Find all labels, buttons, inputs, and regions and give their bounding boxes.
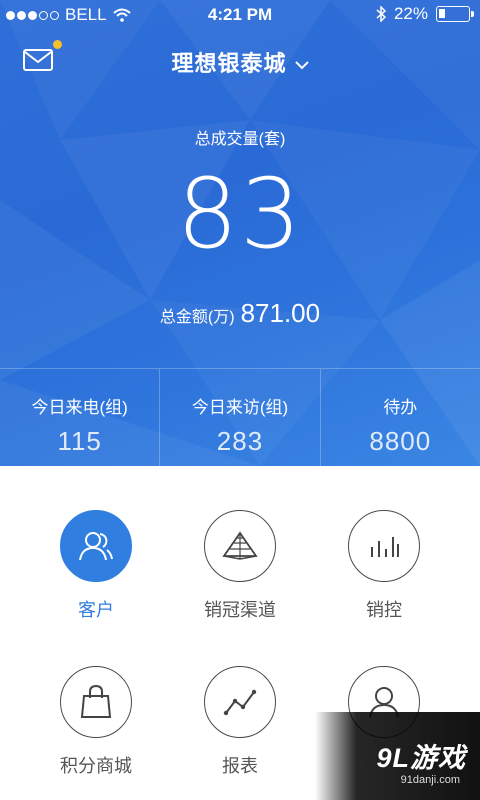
watermark: 9L游戏 91danji.com <box>315 712 480 800</box>
stat-label: 今日来电(组) <box>31 398 128 417</box>
battery-icon <box>436 6 474 22</box>
menu-label: 销冠渠道 <box>204 600 276 620</box>
customers-icon <box>79 532 113 561</box>
stat-value: 115 <box>57 426 102 456</box>
menu-item-reports[interactable]: 报表 <box>160 666 320 778</box>
bluetooth-icon <box>376 6 386 22</box>
menu-item-sales-control[interactable]: 销控 <box>304 510 464 622</box>
shopping-bag-icon <box>80 684 112 718</box>
project-name: 理想银泰城 <box>171 51 287 76</box>
stat-todo[interactable]: 待办 8800 <box>319 369 480 466</box>
menu-label: 客户 <box>78 600 114 620</box>
total-volume-label: 总成交量(套) <box>194 131 286 148</box>
bar-chart-icon <box>371 537 399 557</box>
pyramid-icon <box>222 531 258 560</box>
chevron-down-icon <box>294 60 309 70</box>
project-selector[interactable]: 理想银泰城 <box>0 46 480 78</box>
menu-label: 销控 <box>366 600 402 620</box>
menu-label: 报表 <box>222 756 258 776</box>
line-chart-icon <box>223 689 257 716</box>
total-volume-value: 83 <box>176 158 304 270</box>
menu-label: 积分商城 <box>60 756 132 776</box>
menu-item-customers[interactable]: 客户 <box>16 510 176 622</box>
battery-percent: 22% <box>393 4 428 23</box>
watermark-url: 91danji.com <box>400 774 460 786</box>
total-amount: 总金额(万) 871.00 <box>0 298 480 329</box>
stat-label: 今日来访(组) <box>191 398 289 417</box>
stat-label: 待办 <box>383 398 418 417</box>
menu-item-points-mall[interactable]: 积分商城 <box>16 666 176 778</box>
stat-calls[interactable]: 今日来电(组) 115 <box>0 369 159 466</box>
total-amount-label: 总金额(万) <box>159 309 235 326</box>
stat-value: 8800 <box>369 426 432 456</box>
watermark-logo: 9L游戏 <box>376 743 466 773</box>
total-amount-value: 871.00 <box>240 298 321 328</box>
summary-panel: BELL 4:21 PM 22% 理想银泰城 总成交量(套) 83 总金额(万)… <box>0 0 480 466</box>
stat-value: 283 <box>216 426 264 456</box>
menu-item-top-channels[interactable]: 销冠渠道 <box>160 510 320 622</box>
status-bar: BELL 4:21 PM 22% <box>0 0 480 30</box>
stats-row: 今日来电(组) 115 今日来访(组) 283 待办 8800 <box>0 368 480 466</box>
stat-visits[interactable]: 今日来访(组) 283 <box>159 369 319 466</box>
